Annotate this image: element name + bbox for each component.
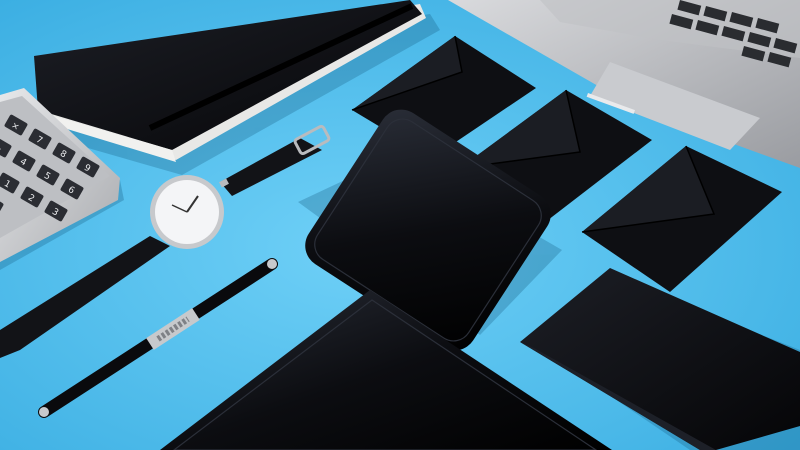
flatlay-illustration: ×789–456123. [0,0,800,450]
desk-flatlay-photo: ×789–456123. [0,0,800,450]
